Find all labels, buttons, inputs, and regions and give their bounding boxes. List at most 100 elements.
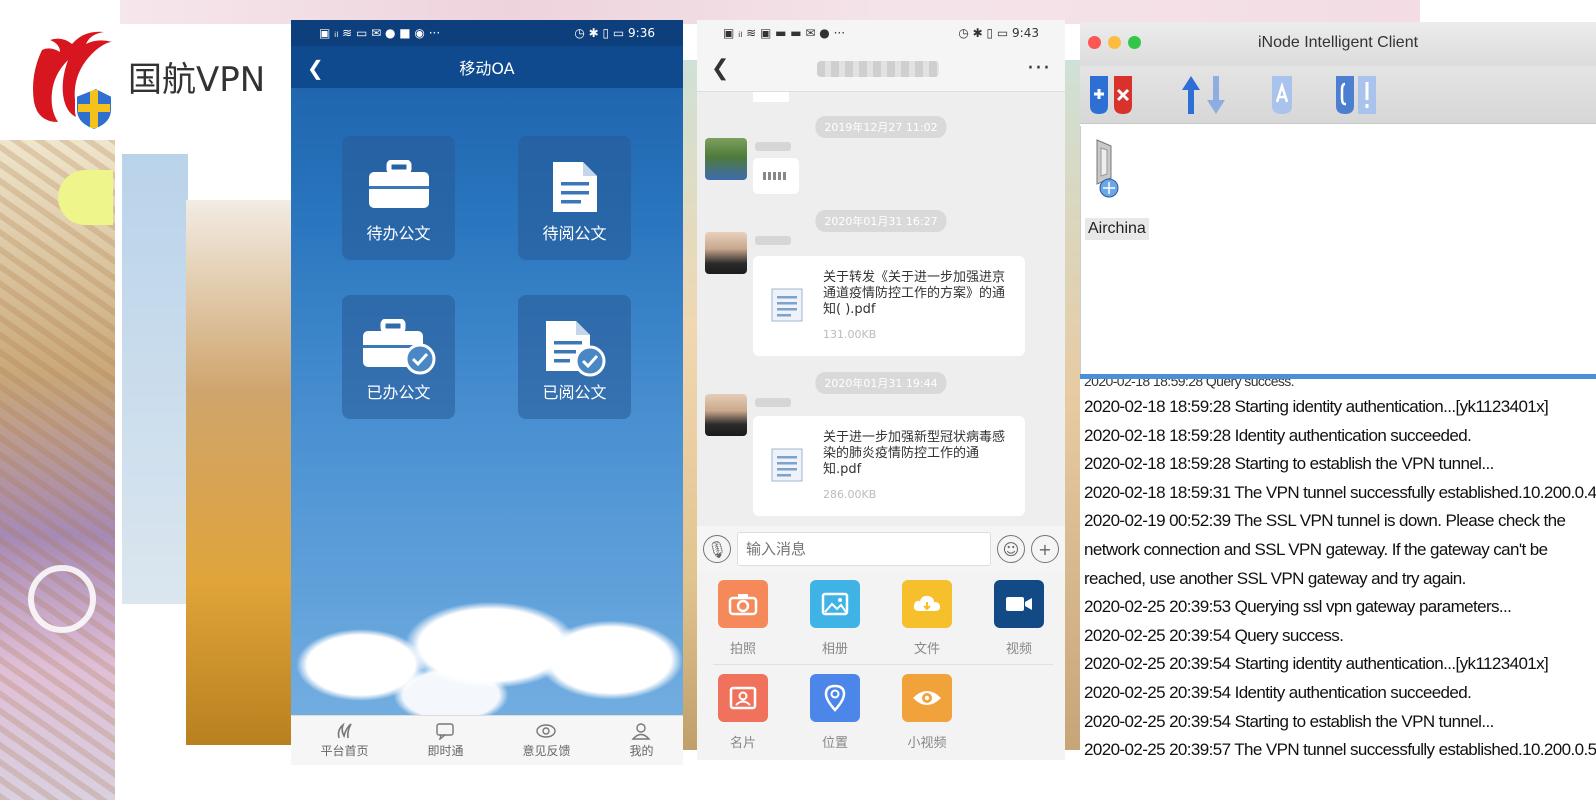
message-input[interactable]: [737, 532, 991, 566]
add-remove-connection-icon[interactable]: [1086, 72, 1138, 116]
log-line: 2020-02-18 18:59:28 Starting identity au…: [1084, 397, 1549, 416]
file-name: 关于进一步加强新型冠状病毒感染的肺炎疫情防控工作的通知.pdf: [823, 430, 1006, 477]
feedback-eye-icon: [536, 724, 557, 738]
tile-label: 待阅公文: [542, 224, 607, 243]
more-options-icon[interactable]: ···: [1027, 56, 1051, 81]
log-line: 2020-02-19 00:52:39 The SSL VPN tunnel i…: [1084, 511, 1566, 588]
avatar[interactable]: [705, 232, 747, 274]
tile-to-read-documents[interactable]: 待阅公文: [518, 136, 631, 260]
timestamp-pill: 2020年01月31 19:44: [815, 372, 947, 394]
tab-label: 即时通: [427, 744, 464, 758]
status-icons: ▣ ᵢₗ ≋ ▣ ▬ ▬ ✉ ● ···: [723, 26, 846, 40]
chat-attachment-panel: 拍照 相册 文件 视频 名片 位置 小视频: [697, 572, 1065, 760]
info-notice-icon[interactable]: [1334, 72, 1380, 116]
inode-client-window: iNode Intelligent Client Airchina 2020-0…: [1080, 22, 1596, 767]
tab-home[interactable]: 平台首页: [320, 722, 369, 759]
tab-feedback[interactable]: 意见反馈: [522, 722, 571, 759]
panel-item-camera[interactable]: 拍照: [713, 580, 773, 657]
status-bar: ▣ ᵢₗ ≋ ▭ ✉ ● ■ ◉ ··· ◷ ✱ ▯ ▭ 9:36: [291, 20, 683, 46]
background-photo-left: [0, 140, 115, 800]
log-line-cut: 2020-02-18 18:59:28 Query success.: [1084, 379, 1295, 389]
background-photo-blue: [122, 154, 188, 604]
panel-item-location[interactable]: 位置: [805, 674, 865, 751]
file-message-bubble[interactable]: 关于进一步加强新型冠状病毒感染的肺炎疫情防控工作的通知.pdf 286.00KB: [753, 416, 1025, 516]
sender-name-blurred: [755, 398, 791, 407]
home-logo-icon: [338, 722, 353, 739]
tab-instant-message[interactable]: 即时通: [427, 722, 464, 759]
upload-download-arrows-icon[interactable]: [1178, 72, 1230, 116]
chat-title-blurred: [817, 60, 940, 77]
log-line: 2020-02-25 20:39:57 The VPN tunnel succe…: [1084, 740, 1596, 760]
microphone-icon[interactable]: 🎙: [703, 535, 731, 563]
panel-item-file[interactable]: 文件: [897, 580, 957, 657]
tile-pending-documents[interactable]: 待办公文: [342, 136, 455, 260]
log-line: 2020-02-25 20:39:53 Querying ssl vpn gat…: [1084, 597, 1512, 617]
chat-screen: ▣ ᵢₗ ≋ ▣ ▬ ▬ ✉ ● ··· ◷ ✱ ▯ ▭ 9:43 ❮ ··· …: [697, 20, 1065, 760]
document-file-icon: [771, 448, 803, 482]
connection-log: 2020-02-18 18:59:28 Query success. 2020-…: [1084, 379, 1596, 767]
back-arrow-icon[interactable]: ❮: [711, 56, 729, 81]
tab-label: 平台首页: [320, 744, 369, 758]
status-right: ◷ ✱ ▯ ▭ 9:43: [958, 26, 1039, 40]
air-china-vpn-logo-icon: [33, 31, 113, 130]
location-icon: [810, 674, 860, 722]
tab-label: 我的: [629, 744, 654, 758]
eye-icon: [902, 674, 952, 722]
video-icon: [994, 580, 1044, 628]
timestamp-pill: 2019年12月27 11:02: [815, 116, 947, 138]
oa-header: ❮ 移动OA: [291, 46, 683, 88]
mobile-oa-screen: ▣ ᵢₗ ≋ ▭ ✉ ● ■ ◉ ··· ◷ ✱ ▯ ▭ 9:36 ❮ 移动OA…: [291, 20, 683, 765]
file-message-bubble[interactable]: 关于转发《关于进一步加强进京通道疫情防控工作的方案》的通知( ).pdf 131…: [753, 256, 1025, 356]
panel-label: 拍照: [729, 642, 756, 657]
user-icon: [631, 723, 652, 740]
briefcase-check-icon: [362, 319, 435, 375]
tile-label: 待办公文: [366, 224, 431, 243]
advanced-settings-icon[interactable]: [1268, 72, 1296, 116]
cloud-file-icon: [902, 580, 952, 628]
back-arrow-icon[interactable]: ❮: [307, 56, 324, 80]
status-time: 9:36: [628, 26, 655, 40]
avatar[interactable]: [705, 394, 747, 436]
status-right: ◷ ✱ ▯ ▭ 9:36: [574, 26, 655, 40]
window-titlebar: iNode Intelligent Client: [1080, 22, 1596, 66]
tile-done-documents[interactable]: 已办公文: [342, 295, 455, 419]
status-time: 9:43: [1012, 26, 1039, 40]
log-line: 2020-02-25 20:39:54 Identity authenticat…: [1084, 682, 1472, 702]
document-check-icon: [545, 321, 605, 377]
plus-icon[interactable]: +: [1031, 535, 1059, 563]
log-line: 2020-02-25 20:39:54 Query success.: [1084, 625, 1344, 645]
document-icon: [552, 162, 597, 212]
tab-label: 意见反馈: [522, 744, 571, 758]
avatar[interactable]: [705, 138, 747, 180]
panel-label: 相册: [821, 642, 848, 657]
background-sticky-note: [58, 170, 113, 225]
panel-label: 小视频: [907, 736, 947, 751]
window-title: iNode Intelligent Client: [1257, 34, 1419, 51]
blurred-text: [763, 172, 787, 180]
tab-mine[interactable]: 我的: [629, 722, 654, 759]
emoji-icon[interactable]: ☺: [997, 535, 1025, 563]
chat-input-bar: 🎙 ☺ +: [697, 526, 1065, 572]
panel-item-album[interactable]: 相册: [805, 580, 865, 657]
panel-label: 位置: [821, 736, 848, 751]
log-line: 2020-02-25 20:39:54 Starting to establis…: [1084, 711, 1494, 731]
vpn-connection-icon[interactable]: [1089, 138, 1125, 198]
chat-icon: [436, 723, 455, 740]
tile-label: 已阅公文: [542, 383, 607, 402]
panel-item-card[interactable]: 名片: [713, 674, 773, 751]
file-size: 286.00KB: [823, 488, 877, 501]
panel-item-short-video[interactable]: 小视频: [897, 674, 957, 751]
log-line: 2020-02-18 18:59:28 Starting to establis…: [1084, 454, 1494, 474]
sender-name-blurred: [755, 142, 791, 151]
status-icons: ▣ ᵢₗ ≋ ▭ ✉ ● ■ ◉ ···: [319, 26, 441, 40]
chat-header: ❮ ···: [697, 46, 1065, 92]
connection-name[interactable]: Airchina: [1085, 218, 1149, 240]
tile-read-documents[interactable]: 已阅公文: [518, 295, 631, 419]
oa-tab-bar: 平台首页 即时通 意见反馈 我的: [291, 715, 683, 765]
briefcase-icon: [368, 160, 429, 208]
panel-label: 视频: [1005, 642, 1032, 657]
camera-icon: [718, 580, 768, 628]
panel-item-video[interactable]: 视频: [989, 580, 1049, 657]
log-line: 2020-02-25 20:39:54 Starting identity au…: [1084, 654, 1549, 674]
panel-divider: [713, 664, 1053, 665]
